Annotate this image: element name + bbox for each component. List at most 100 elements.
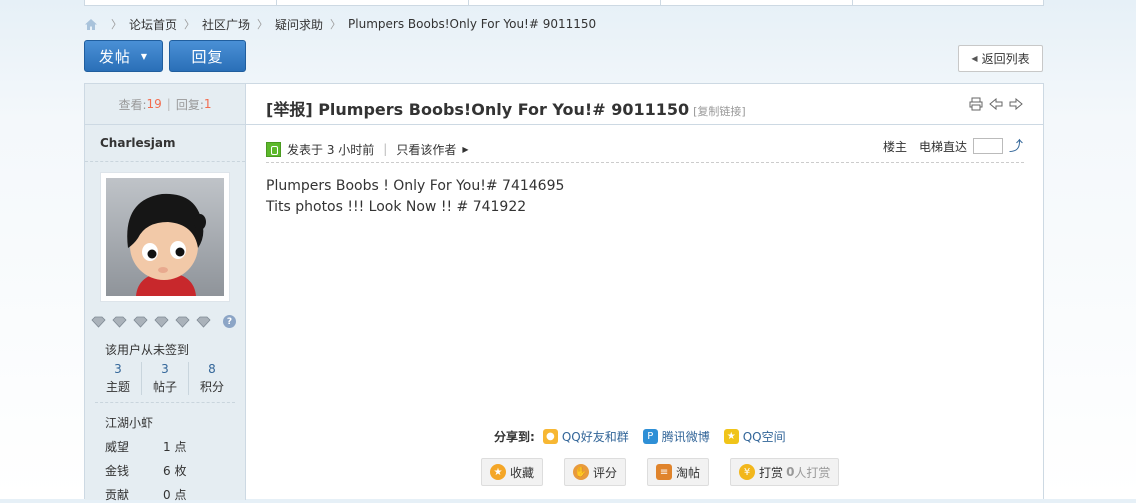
- chevron-right-icon: 〉: [184, 18, 196, 31]
- thread-stats: 查看: 19 | 回复: 1: [85, 84, 245, 125]
- tip-suffix: 人打赏: [794, 465, 831, 480]
- post-body: Plumpers Boobs ! Only For You!# 7414695 …: [266, 176, 564, 218]
- star-icon: ★: [490, 464, 506, 480]
- replies-label: 回复:: [175, 97, 204, 112]
- diamond-icon: [112, 316, 127, 328]
- posted-time: 发表于 3 小时前: [287, 142, 375, 157]
- taotie-button[interactable]: ≡ 淘帖: [647, 458, 710, 486]
- count-value: 3: [161, 362, 169, 376]
- avatar[interactable]: [100, 172, 230, 302]
- share-qq-friends[interactable]: ● QQ好友和群: [542, 428, 629, 445]
- count-label: 主题: [105, 380, 130, 394]
- help-icon[interactable]: ?: [223, 315, 236, 328]
- yen-coin-icon: ¥: [739, 464, 756, 480]
- share-item-label: QQ空间: [742, 430, 786, 444]
- replies-count: 1: [203, 97, 212, 111]
- new-post-label: 发帖: [98, 47, 131, 66]
- count-posts[interactable]: 3 帖子: [142, 362, 189, 395]
- share-qzone[interactable]: ★ QQ空间: [723, 428, 786, 445]
- views-count: 19: [146, 97, 162, 111]
- attr-contribution: 贡献 0 点: [105, 486, 186, 503]
- prev-thread-icon[interactable]: [989, 97, 1003, 111]
- attr-prestige: 威望 1 点: [105, 438, 186, 455]
- print-icon[interactable]: [969, 97, 983, 111]
- elevator-label: 电梯直达: [918, 139, 967, 154]
- tip-count: 0: [786, 465, 795, 479]
- top-nav-strip: [84, 0, 1044, 6]
- rate-button[interactable]: ✋ 评分: [564, 458, 627, 486]
- chevron-right-icon: 〉: [257, 18, 269, 31]
- views-label: 查看:: [118, 97, 147, 112]
- rate-label: 评分: [593, 465, 618, 480]
- online-status-icon: [266, 141, 281, 157]
- stats-divider: |: [166, 97, 171, 111]
- diamond-icon: [154, 316, 169, 328]
- floor-jump-input[interactable]: [973, 138, 1003, 154]
- attr-value: 1 点: [163, 440, 187, 454]
- author-name[interactable]: Charlesjam: [85, 125, 245, 162]
- chevron-right-icon: 〉: [111, 18, 122, 31]
- attr-money: 金钱 6 枚: [105, 462, 186, 479]
- count-value: 3: [114, 362, 122, 376]
- count-label: 帖子: [152, 380, 177, 394]
- breadcrumb-forum-home[interactable]: 论坛首页: [129, 16, 177, 33]
- tip-button[interactable]: ¥ 打赏 0 人打赏: [730, 458, 840, 486]
- attr-key: 贡献: [105, 488, 130, 502]
- share-label: 分享到:: [494, 430, 535, 444]
- diamond-icon: [196, 316, 211, 328]
- share-item-label: 腾讯微博: [661, 430, 710, 444]
- reply-label: 回复: [191, 47, 224, 66]
- signin-status: 该用户从未签到: [105, 343, 190, 357]
- post-container: 查看: 19 | 回复: 1 Charlesjam ? 该用户从未签到 3 主题…: [84, 83, 1044, 502]
- post-body-line: Plumpers Boobs ! Only For You!# 7414695: [266, 178, 565, 194]
- favorite-button[interactable]: ★ 收藏: [481, 458, 544, 486]
- qzone-star-icon: ★: [723, 429, 739, 444]
- count-threads[interactable]: 3 主题: [95, 362, 142, 395]
- home-icon[interactable]: [84, 18, 98, 31]
- nav-separator: [468, 0, 469, 6]
- tray-icon: ≡: [656, 464, 673, 480]
- attr-key: 金钱: [105, 464, 130, 478]
- nav-separator: [660, 0, 661, 6]
- breadcrumb-help[interactable]: 疑问求助: [275, 16, 323, 33]
- chevron-right-icon: 〉: [330, 18, 342, 31]
- new-post-button[interactable]: 发帖 ▼: [84, 40, 163, 72]
- author-counts: 3 主题 3 帖子 8 积分: [95, 362, 235, 395]
- breadcrumb-current-thread[interactable]: Plumpers Boobs!Only For You!# 9011150: [348, 17, 596, 31]
- post-body-line: Tits photos !!! Look Now !! # 741922: [266, 199, 527, 215]
- breadcrumb-community[interactable]: 社区广场: [202, 16, 250, 33]
- user-rank[interactable]: 江湖小虾: [105, 414, 153, 431]
- post-title-text: [举报] Plumpers Boobs!Only For You!# 90111…: [266, 100, 690, 119]
- share-bar: 分享到: ● QQ好友和群 P 腾讯微博 ★ QQ空间: [494, 428, 800, 445]
- diamond-icon: [91, 316, 106, 328]
- back-to-list-button[interactable]: ◀ 返回列表: [958, 45, 1043, 72]
- count-points[interactable]: 8 积分: [189, 362, 235, 395]
- post-title: [举报] Plumpers Boobs!Only For You!# 90111…: [266, 96, 746, 120]
- next-thread-icon[interactable]: [1009, 97, 1023, 111]
- diamond-icon: [133, 316, 148, 328]
- triangle-left-icon: ◀: [971, 54, 978, 63]
- count-value: 8: [208, 362, 216, 376]
- title-tools: [963, 97, 1023, 111]
- post-floor-tools: 楼主 电梯直达 ⤴: [883, 136, 1023, 156]
- thumbs-up-icon: ✋: [573, 464, 590, 480]
- only-author-link[interactable]: 只看该作者: [396, 141, 456, 158]
- share-item-label: QQ好友和群: [561, 430, 629, 444]
- attr-value: 6 枚: [163, 464, 187, 478]
- floor-label[interactable]: 楼主: [883, 138, 907, 155]
- tip-label: 打赏: [759, 465, 784, 480]
- triangle-right-icon: ▶: [462, 144, 469, 154]
- attr-key: 威望: [105, 440, 130, 454]
- taotie-label: 淘帖: [676, 465, 701, 480]
- caret-down-icon: ▼: [140, 51, 149, 61]
- avatar-image: [106, 178, 224, 296]
- back-to-list-label: 返回列表: [981, 52, 1030, 66]
- qq-penguin-icon: ●: [542, 429, 558, 444]
- reply-button[interactable]: 回复: [169, 40, 246, 72]
- share-tencent-weibo[interactable]: P 腾讯微博: [642, 428, 710, 445]
- jump-go-icon[interactable]: ⤴: [1009, 136, 1023, 156]
- breadcrumb: 〉 论坛首页 〉 社区广场 〉 疑问求助 〉 Plumpers Boobs!On…: [84, 14, 596, 34]
- favorite-label: 收藏: [510, 465, 535, 480]
- title-row: [举报] Plumpers Boobs!Only For You!# 90111…: [246, 84, 1043, 125]
- copy-link[interactable]: [复制链接]: [693, 105, 746, 118]
